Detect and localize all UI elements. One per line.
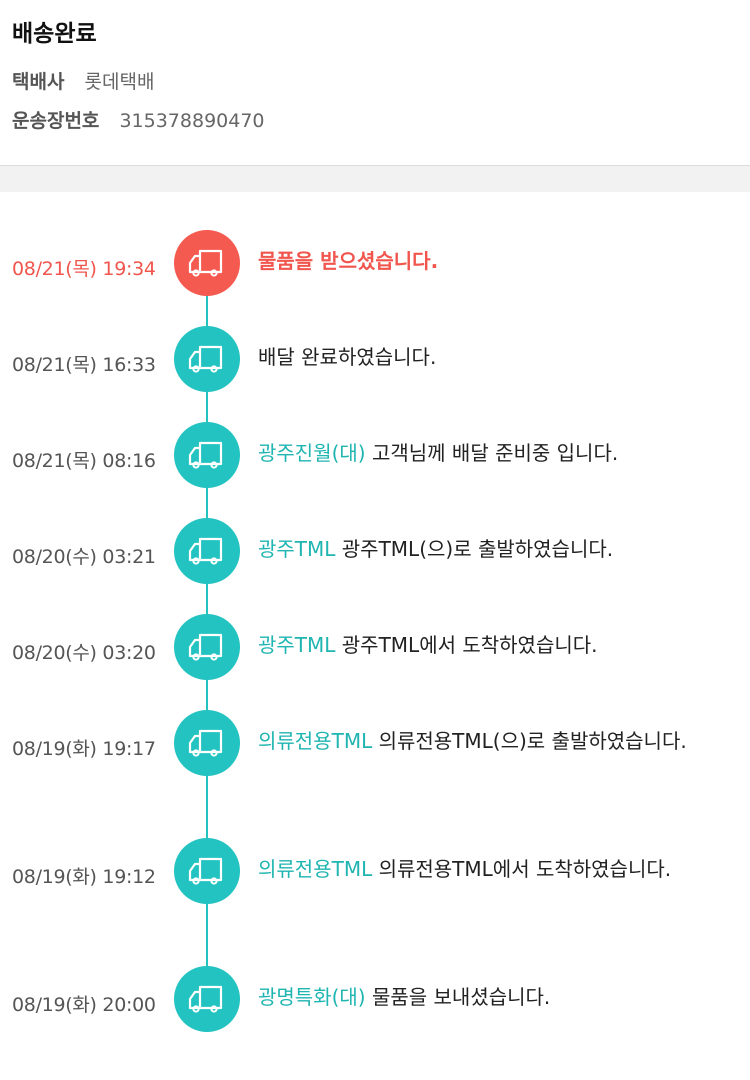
truck-icon	[188, 249, 223, 277]
tracking-number: 315378890470	[119, 110, 265, 132]
event-time: 08/21(목) 19:34	[12, 258, 156, 280]
event-description: 물품을 보내셨습니다.	[365, 985, 551, 1009]
event-status-circle	[174, 518, 240, 584]
event-status-circle	[174, 614, 240, 680]
event-description: 광주TML에서 도착하였습니다.	[335, 633, 598, 657]
event-location: 광주진월(대)	[258, 441, 366, 465]
event-time: 08/21(목) 08:16	[12, 450, 156, 472]
event-time: 08/20(수) 03:20	[12, 642, 156, 664]
delivery-status-title: 배송완료	[12, 21, 97, 47]
event-status-circle	[174, 710, 240, 776]
truck-icon	[188, 345, 223, 373]
event-description: 물품을 받으셨습니다.	[258, 249, 439, 273]
event-location: 광주TML	[258, 537, 336, 561]
truck-icon	[188, 857, 223, 885]
courier-row: 택배사 롯데택배	[12, 67, 154, 94]
event-time: 08/21(목) 16:33	[12, 354, 156, 376]
event-location: 의류전용TML	[258, 857, 373, 881]
tracking-label: 운송장번호	[12, 110, 100, 132]
event-time: 08/19(화) 19:12	[12, 866, 156, 888]
delivery-info-header: 배송완료 택배사 롯데택배 운송장번호 315378890470	[0, 0, 750, 166]
event-status-circle	[174, 326, 240, 392]
event-message: 의류전용TML 의류전용TML(으)로 출발하였습니다.	[258, 726, 728, 756]
event-description: 배달 완료하였습니다.	[258, 345, 437, 369]
event-time: 08/19(화) 19:17	[12, 738, 156, 760]
truck-icon	[188, 729, 223, 757]
event-status-circle	[174, 422, 240, 488]
event-status-circle	[174, 838, 240, 904]
event-description: 광주TML(으)로 출발하였습니다.	[335, 537, 614, 561]
event-time: 08/19(화) 20:00	[12, 994, 156, 1016]
truck-icon	[188, 633, 223, 661]
event-message: 광주TML 광주TML(으)로 출발하였습니다.	[258, 534, 728, 564]
event-status-circle	[174, 966, 240, 1032]
courier-value: 롯데택배	[84, 71, 155, 93]
event-location: 광명특화(대)	[258, 985, 366, 1009]
event-message: 광명특화(대) 물품을 보내셨습니다.	[258, 982, 728, 1012]
section-divider	[0, 166, 750, 192]
event-description: 고객님께 배달 준비중 입니다.	[365, 441, 619, 465]
event-status-circle	[174, 230, 240, 296]
tracking-timeline: 08/21(목) 19:34 물품을 받으셨습니다. 08/21(목) 16:3…	[0, 192, 750, 1079]
event-message: 광주TML 광주TML에서 도착하였습니다.	[258, 630, 728, 660]
event-message: 물품을 받으셨습니다.	[258, 246, 728, 276]
truck-icon	[188, 441, 223, 469]
event-message: 광주진월(대) 고객님께 배달 준비중 입니다.	[258, 438, 728, 468]
truck-icon	[188, 537, 223, 565]
tracking-row: 운송장번호 315378890470	[12, 106, 265, 133]
courier-label: 택배사	[12, 71, 65, 93]
truck-icon	[188, 985, 223, 1013]
event-message: 의류전용TML 의류전용TML에서 도착하였습니다.	[258, 854, 728, 884]
event-location: 광주TML	[258, 633, 336, 657]
event-description: 의류전용TML(으)로 출발하였습니다.	[372, 729, 687, 753]
event-time: 08/20(수) 03:21	[12, 546, 156, 568]
event-description: 의류전용TML에서 도착하였습니다.	[372, 857, 672, 881]
event-location: 의류전용TML	[258, 729, 373, 753]
event-message: 배달 완료하였습니다.	[258, 342, 728, 372]
